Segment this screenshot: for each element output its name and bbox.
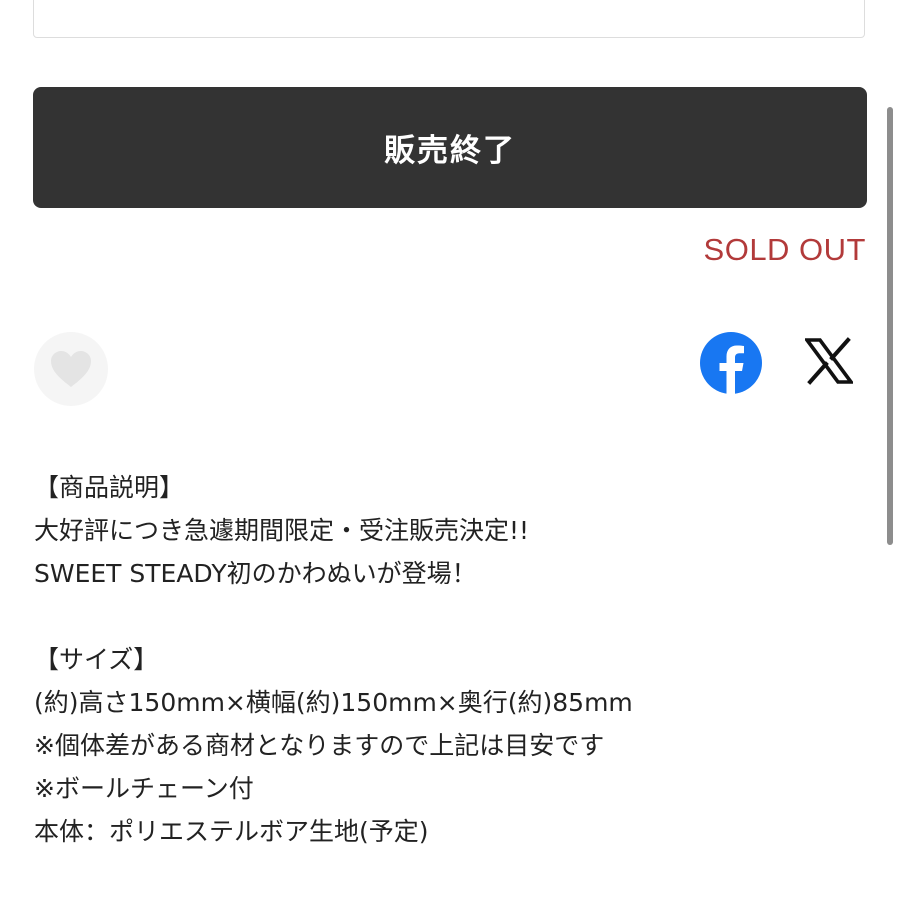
x-icon [803,337,855,385]
description-line: 【商品説明】 [34,473,185,502]
facebook-icon [700,332,762,394]
facebook-share-button[interactable] [700,332,762,394]
option-field[interactable] [33,0,865,38]
description-line: 大好評につき急遽期間限定・受注販売決定!! [34,516,530,545]
description-line: (約)高さ150mm×横幅(約)150mm×奥行(約)85mm [34,688,633,717]
favorite-button[interactable] [34,332,108,406]
sold-out-label: SOLD OUT [703,232,866,267]
product-description: 【商品説明】 大好評につき急遽期間限定・受注販売決定!! SWEET STEAD… [34,466,854,853]
sold-out-button[interactable]: 販売終了 [33,87,867,208]
product-page: 販売終了 SOLD OUT 【商品説明】 大好評につき急遽期間限定・受注販売決定… [0,0,900,900]
description-line: SWEET STEADY初のかわぬいが登場！ [34,559,477,588]
description-line: 本体：ポリエステルボア生地(予定) [34,817,429,846]
scrollbar[interactable] [887,107,893,545]
description-line: 【サイズ】 [34,645,159,674]
x-share-button[interactable] [803,337,855,385]
description-line [34,595,854,638]
description-line: ※ボールチェーン付 [34,774,254,803]
description-line: ※個体差がある商材となりますので上記は目安です [34,731,605,760]
heart-icon [51,351,91,387]
